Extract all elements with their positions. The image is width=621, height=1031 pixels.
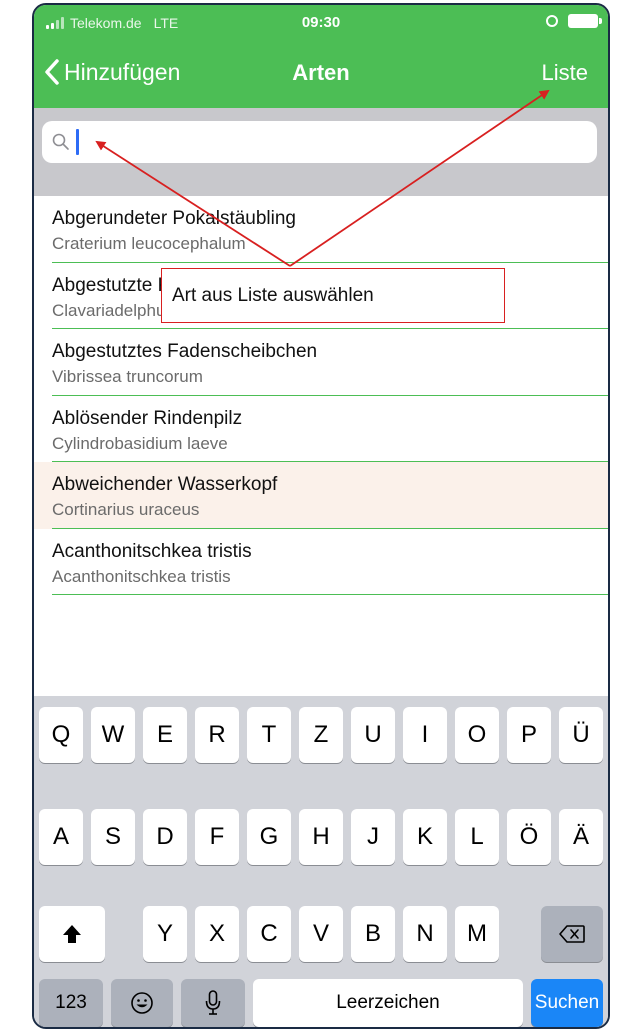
status-time: 09:30 [301, 14, 341, 31]
key-a[interactable]: A [39, 809, 83, 865]
species-scientific-name: Craterium leucocephalum [52, 234, 246, 253]
species-name: Abweichender Wasserkopf [52, 474, 278, 495]
emoji-key[interactable] [111, 979, 173, 1027]
key-oe[interactable]: Ö [507, 809, 551, 865]
shift-key[interactable] [39, 906, 105, 962]
numbers-key[interactable]: 123 [39, 979, 103, 1027]
key-d[interactable]: D [143, 809, 187, 865]
key-c[interactable]: C [247, 906, 291, 962]
key-s[interactable]: S [91, 809, 135, 865]
key-i[interactable]: I [403, 707, 447, 763]
key-n[interactable]: N [403, 906, 447, 962]
list-item[interactable]: Abgestutztes Fadenscheibchen Vibrissea t… [34, 329, 608, 396]
list-item[interactable]: Abgerundeter Pokalstäubling Craterium le… [34, 196, 608, 263]
search-key[interactable]: Suchen [531, 979, 603, 1027]
key-t[interactable]: T [247, 707, 291, 763]
emoji-icon [131, 992, 153, 1014]
key-ue[interactable]: Ü [559, 707, 603, 763]
key-z[interactable]: Z [299, 707, 343, 763]
list-item-highlighted[interactable]: Abweichender Wasserkopf Cortinarius urac… [34, 462, 608, 529]
navigation-bar: Hinzufügen Arten Liste [34, 50, 608, 100]
list-item[interactable]: Ablösender Rindenpilz Cylindrobasidium l… [34, 396, 608, 463]
dictation-key[interactable] [181, 979, 245, 1027]
top-bar: Telekom.de LTE 09:30 Hinzufügen Arten Li… [34, 5, 608, 108]
space-key[interactable]: Leerzeichen [253, 979, 523, 1027]
backspace-icon [559, 925, 585, 943]
search-icon [52, 133, 69, 150]
delete-key[interactable] [541, 906, 603, 962]
key-j[interactable]: J [351, 809, 395, 865]
alarm-icon [546, 15, 558, 27]
key-l[interactable]: L [455, 809, 499, 865]
key-e[interactable]: E [143, 707, 187, 763]
key-o[interactable]: O [455, 707, 499, 763]
species-name: Ablösender Rindenpilz [52, 407, 243, 429]
key-y[interactable]: Y [143, 906, 187, 962]
key-q[interactable]: Q [39, 707, 83, 763]
key-g[interactable]: G [247, 809, 291, 865]
species-name: Abgestutztes Fadenscheibchen [52, 341, 318, 362]
species-scientific-name: Cortinarius uraceus [52, 500, 200, 519]
species-scientific-name: Cylindrobasidium laeve [52, 433, 228, 453]
key-ae[interactable]: Ä [559, 809, 603, 865]
key-x[interactable]: X [195, 906, 239, 962]
key-r[interactable]: R [195, 707, 239, 763]
key-b[interactable]: B [351, 906, 395, 962]
back-button[interactable]: Hinzufügen [44, 58, 180, 86]
back-label: Hinzufügen [64, 58, 181, 85]
annotation-callout: Art aus Liste auswählen [161, 268, 505, 323]
key-h[interactable]: H [299, 809, 343, 865]
key-w[interactable]: W [91, 707, 135, 763]
species-name: Abgerundeter Pokalstäubling [52, 208, 297, 229]
species-name: Acanthonitschkea tristis [52, 540, 252, 562]
chevron-left-icon [45, 59, 59, 85]
key-v[interactable]: V [299, 906, 343, 962]
key-p[interactable]: P [507, 707, 551, 763]
search-field[interactable] [42, 121, 597, 163]
battery-icon [568, 14, 602, 28]
list-item[interactable]: Acanthonitschkea tristis Acanthonitschke… [34, 529, 608, 596]
key-m[interactable]: M [455, 906, 499, 962]
species-scientific-name: Acanthonitschkea tristis [52, 566, 231, 586]
key-f[interactable]: F [195, 809, 239, 865]
search-bar [34, 108, 608, 196]
keyboard: Q W E R T Z U I O P Ü A S D F G H J K L … [34, 696, 608, 1027]
shift-arrow-icon [63, 925, 81, 943]
status-right [546, 14, 602, 28]
phone-screen: Telekom.de LTE 09:30 Hinzufügen Arten Li… [32, 3, 610, 1029]
key-u[interactable]: U [351, 707, 395, 763]
species-scientific-name: Vibrissea truncorum [52, 367, 203, 386]
list-button[interactable]: Liste [542, 60, 588, 86]
microphone-icon [205, 990, 221, 1015]
status-bar: Telekom.de LTE 09:30 [34, 5, 608, 43]
key-k[interactable]: K [403, 809, 447, 865]
